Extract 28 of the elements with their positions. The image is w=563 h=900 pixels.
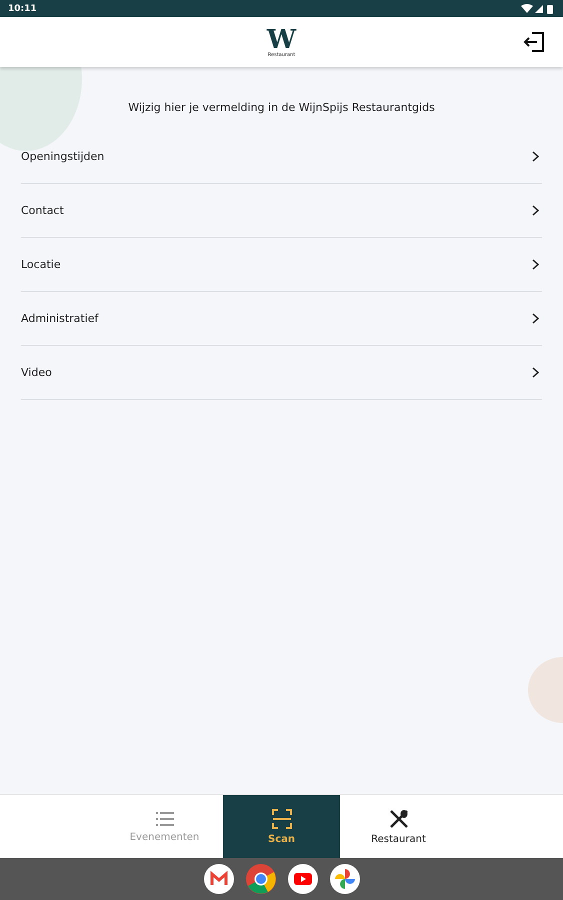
menu-item[interactable]: Contact [21,184,542,238]
chevron-icon [532,259,539,270]
intro-text: Wijzig hier je vermelding in de WijnSpijs Restaurantgids [127,101,436,114]
cutlery-icon [388,808,408,828]
logo-letter: W [266,26,296,52]
list-icon [156,810,174,826]
nav-tab[interactable]: Scan [223,795,340,858]
chevron-icon [532,313,539,324]
status-icons [521,4,555,14]
menu-item[interactable]: Openingstijden [21,130,542,184]
status-time: 10:11 [8,4,37,14]
scan-icon [272,808,292,828]
menu-item[interactable]: Video [21,346,542,400]
menu-item[interactable]: Locatie [21,238,542,292]
menu-item-label: Openingstijden [21,150,104,163]
menu-item-label: Locatie [21,258,61,271]
chevron-icon [532,367,539,378]
menu-item-label: Contact [21,204,64,217]
logout-icon[interactable] [523,31,545,53]
mail-app-icon[interactable] [204,864,234,894]
browser-app-icon[interactable] [246,864,276,894]
video-app-icon[interactable] [288,864,318,894]
chevron-icon [532,151,539,162]
menu-item-label: Administratief [21,312,98,325]
menu-item-label: Video [21,366,52,379]
chevron-icon [532,205,539,216]
menu-item[interactable]: Administratief [21,292,542,346]
photos-app-icon[interactable] [330,864,360,894]
